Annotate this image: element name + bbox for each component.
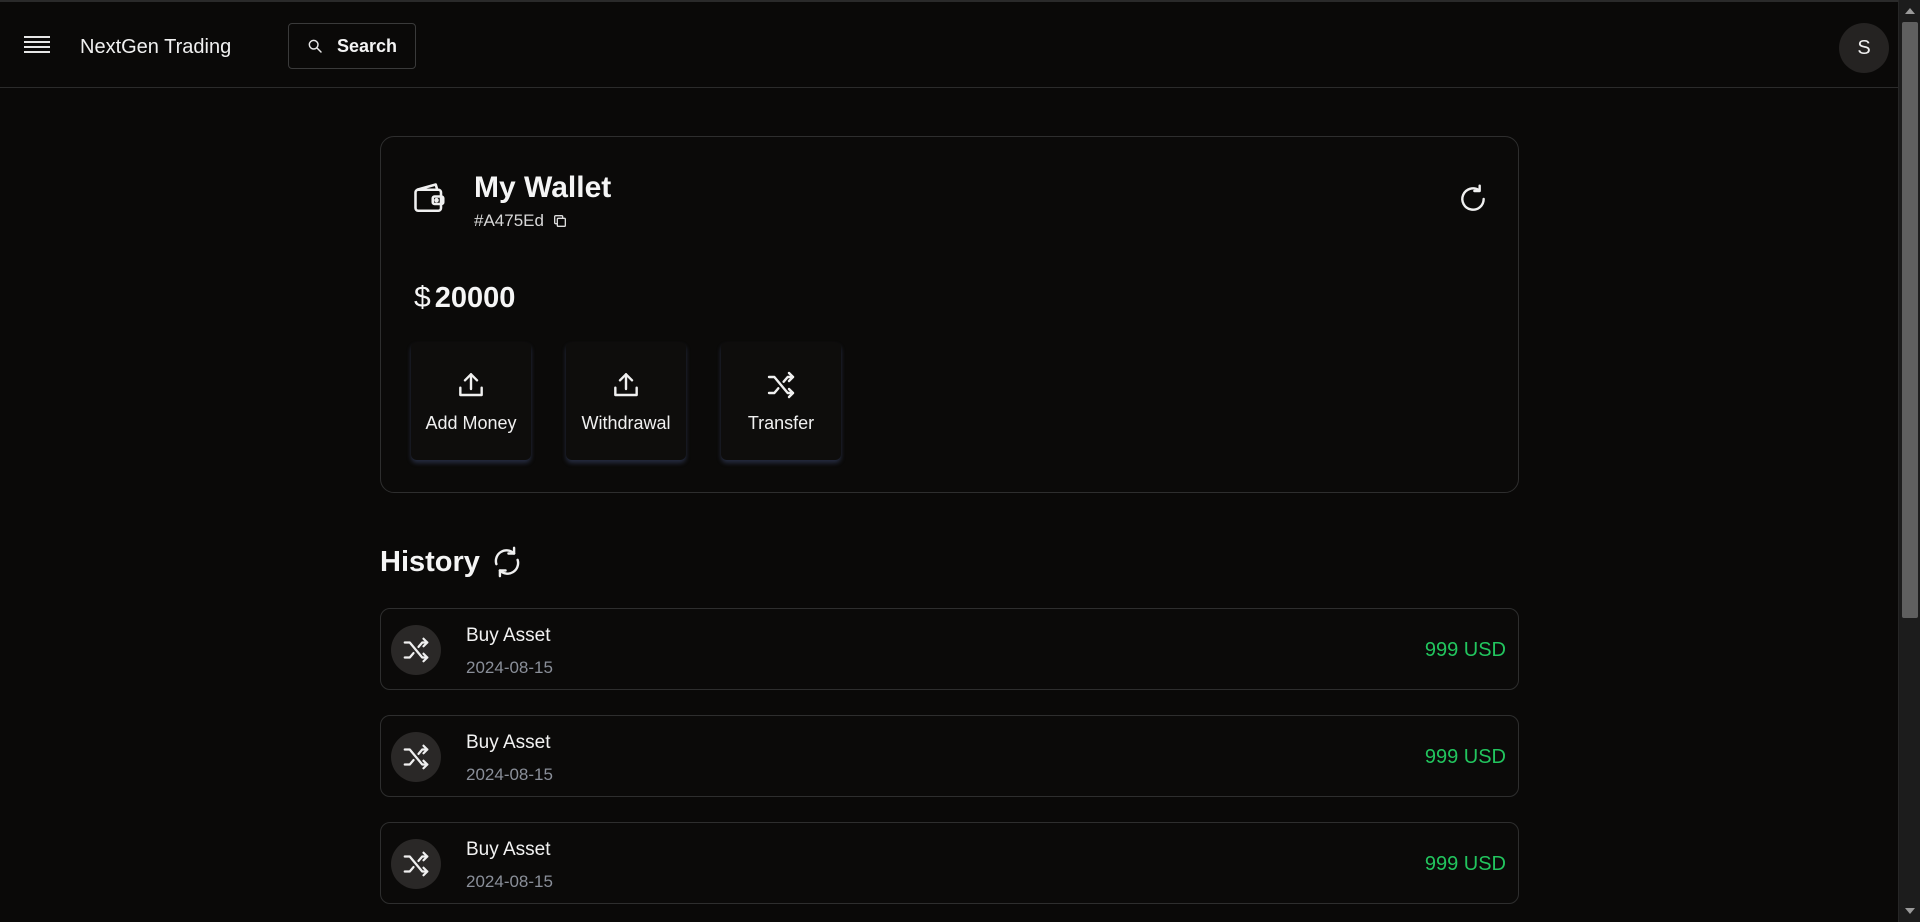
app-root: NextGen Trading Search S My Wallet #A475…: [0, 0, 1920, 922]
add-money-label: Add Money: [425, 412, 517, 433]
app-title: NextGen Trading: [80, 36, 232, 58]
shuffle-icon: [403, 851, 429, 877]
wallet-id: #A475Ed: [474, 211, 544, 230]
copy-icon[interactable]: [552, 213, 568, 229]
history-item-amount: 999 USD: [1424, 746, 1506, 768]
shuffle-icon: [403, 637, 429, 663]
search-label: Search: [336, 35, 398, 56]
history-item-amount: 999 USD: [1424, 853, 1506, 875]
currency-symbol: $: [414, 281, 431, 314]
history-heading: History: [380, 545, 524, 579]
history-item-date: 2024-08-15: [466, 872, 553, 891]
balance-amount: 20000: [434, 281, 516, 314]
transaction-icon: [391, 625, 441, 675]
history-item[interactable]: Buy Asset 2024-08-15 999 USD: [380, 608, 1519, 690]
top-bar: NextGen Trading Search S: [0, 0, 1898, 88]
scroll-up-arrow-icon[interactable]: [1905, 8, 1915, 14]
sync-icon[interactable]: [490, 545, 524, 579]
shuffle-icon: [403, 744, 429, 770]
hamburger-menu-icon[interactable]: [24, 36, 50, 54]
history-item-title: Buy Asset: [466, 732, 551, 753]
history-item-title: Buy Asset: [466, 839, 551, 860]
transfer-button[interactable]: Transfer: [721, 342, 841, 460]
history-title: History: [380, 545, 480, 578]
withdrawal-button[interactable]: Withdrawal: [566, 342, 686, 460]
history-item[interactable]: Buy Asset 2024-08-15 999 USD: [380, 822, 1519, 904]
wallet-icon: [414, 183, 445, 213]
upload-icon: [614, 372, 638, 396]
shuffle-icon: [767, 371, 795, 398]
transaction-icon: [391, 732, 441, 782]
search-icon: [308, 39, 322, 53]
scroll-thumb[interactable]: [1902, 22, 1918, 618]
wallet-id-row: #A475Ed: [474, 211, 568, 231]
wallet-card: My Wallet #A475Ed $ 20000 Add Money With…: [380, 136, 1519, 493]
history-item-date: 2024-08-15: [466, 658, 553, 677]
history-item-date: 2024-08-15: [466, 765, 553, 784]
page-scrollbar[interactable]: [1898, 0, 1920, 922]
history-item-title: Buy Asset: [466, 625, 551, 646]
search-button[interactable]: Search: [288, 23, 416, 69]
wallet-balance: $ 20000: [414, 281, 515, 315]
add-money-button[interactable]: Add Money: [411, 342, 531, 460]
user-avatar[interactable]: S: [1839, 23, 1889, 73]
history-item-amount: 999 USD: [1424, 639, 1506, 661]
refresh-icon[interactable]: [1457, 183, 1489, 215]
transfer-label: Transfer: [747, 412, 815, 433]
scroll-down-arrow-icon[interactable]: [1905, 908, 1915, 914]
upload-icon: [459, 372, 483, 396]
wallet-title: My Wallet: [474, 171, 612, 204]
transaction-icon: [391, 839, 441, 889]
withdrawal-label: Withdrawal: [581, 412, 671, 433]
history-item[interactable]: Buy Asset 2024-08-15 999 USD: [380, 715, 1519, 797]
